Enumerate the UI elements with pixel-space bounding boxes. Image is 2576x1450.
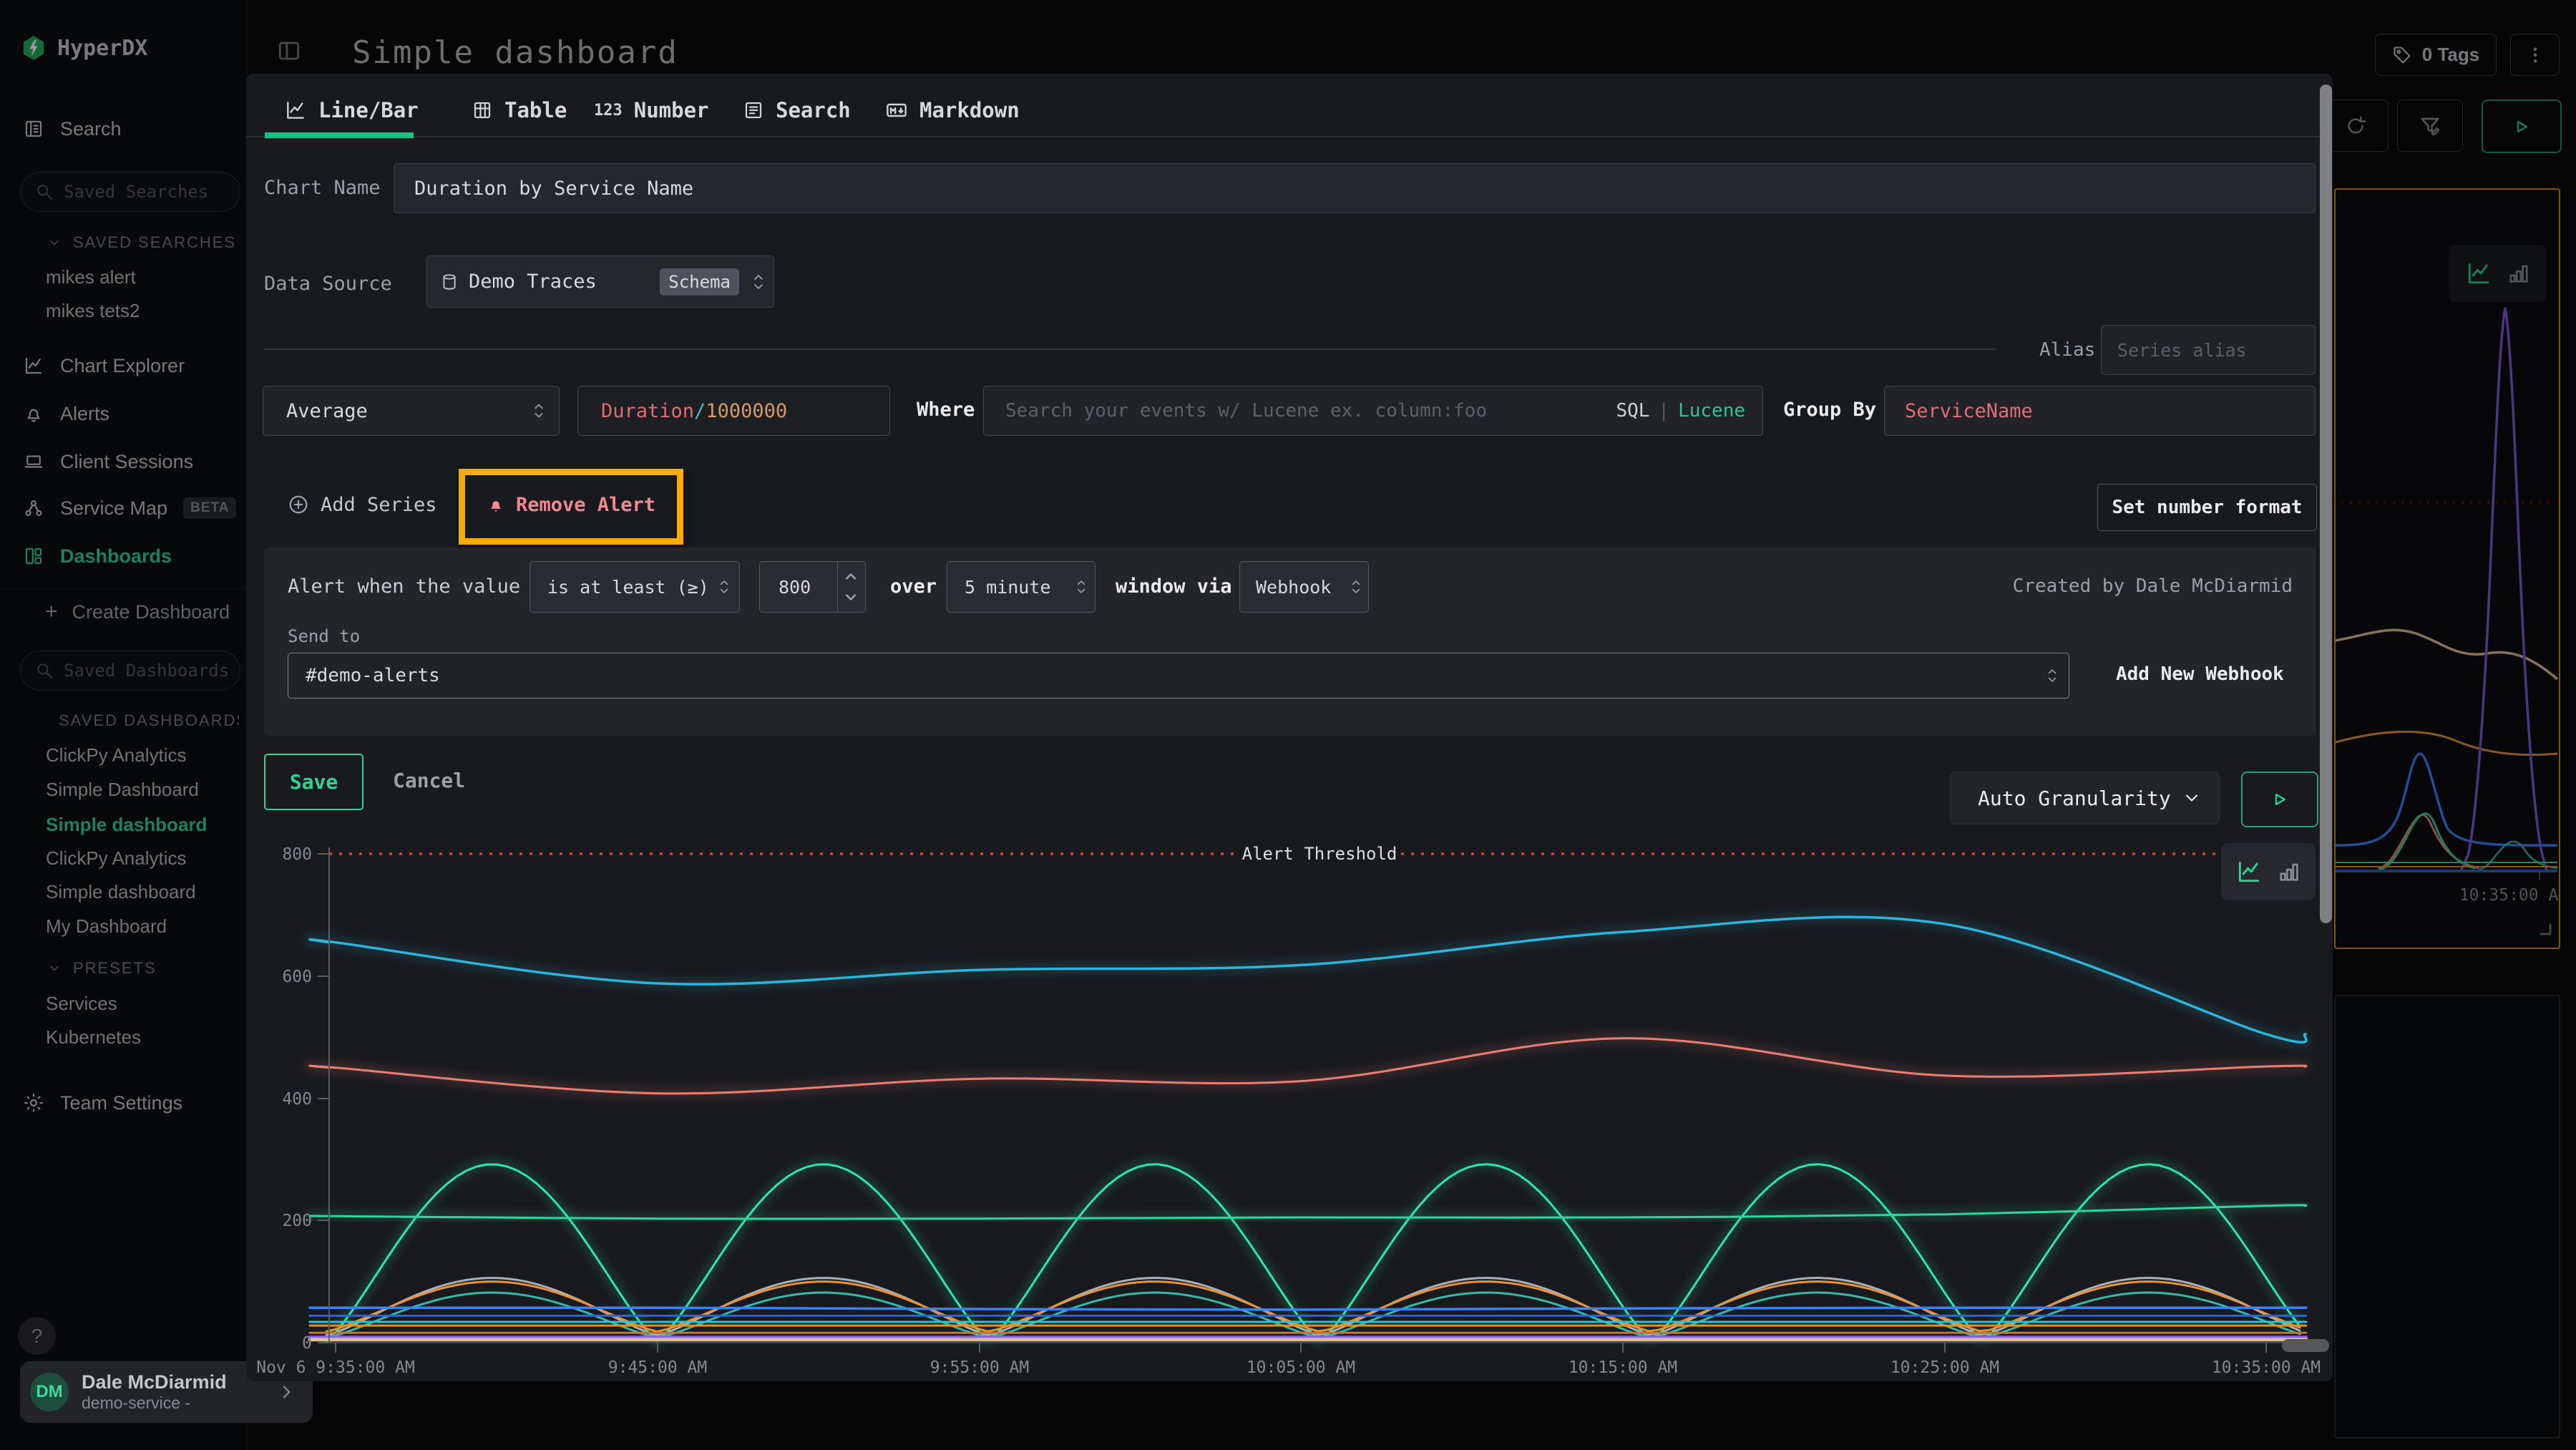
alert-created-by: Created by Dale McDiarmid [2013, 575, 2293, 597]
aggregation-select[interactable]: Average [263, 386, 560, 436]
where-search-input[interactable]: Search your events w/ Lucene ex. column:… [983, 386, 1763, 436]
group-by-input[interactable]: ServiceName [1884, 386, 2316, 436]
run-chart-button[interactable] [2241, 772, 2318, 827]
chevrons-updown-icon [1075, 576, 1088, 598]
add-new-webhook-button[interactable]: Add New Webhook [2116, 663, 2284, 685]
formula-denominator: 1000000 [706, 400, 787, 422]
set-number-format-button[interactable]: Set number format [2097, 484, 2317, 531]
tab-markdown[interactable]: Markdown [885, 94, 1020, 127]
add-series-button[interactable]: Add Series [288, 489, 437, 520]
x-tick: 10:05:00 AM [1246, 1358, 1355, 1377]
x-tick: 10:35:00 AM [2212, 1358, 2321, 1377]
play-icon [2269, 789, 2290, 810]
plus-circle-icon [288, 494, 309, 515]
x-tick: 9:55:00 AM [930, 1358, 1029, 1377]
edit-chart-modal: Line/Bar Table 123 Number Search Markdow… [246, 74, 2333, 1381]
chevrons-updown-icon [751, 270, 766, 294]
y-tick: 200 [282, 1212, 312, 1230]
data-source-select[interactable]: Demo Traces Schema [426, 256, 774, 308]
y-tick: 600 [282, 968, 312, 986]
alert-channel-select[interactable]: Webhook [1239, 561, 1369, 613]
chevrons-updown-icon [718, 576, 731, 598]
group-by-label: Group By [1783, 399, 1876, 421]
series-formula-input[interactable]: Duration/1000000 [577, 386, 890, 436]
modal-horizontal-scrollbar[interactable] [2282, 1339, 2329, 1352]
annotation-highlight-box [459, 469, 683, 545]
tab-table[interactable]: Table [472, 94, 567, 127]
database-icon [440, 273, 459, 291]
data-source-label: Data Source [264, 273, 392, 295]
chart-name-label: Chart Name [264, 177, 381, 199]
tab-search[interactable]: Search [743, 94, 851, 127]
alert-prefix-label: Alert when the value [288, 575, 520, 598]
user-name: Dale McDiarmid [82, 1371, 264, 1393]
table-icon [472, 99, 493, 121]
chevrons-updown-icon [2046, 665, 2059, 686]
alias-label: Alias [2039, 339, 2095, 361]
save-button[interactable]: Save [264, 754, 364, 810]
chart-type-toggle[interactable] [2221, 843, 2316, 900]
chevron-down-icon [2182, 788, 2202, 808]
chevron-right-icon [277, 1383, 296, 1401]
line-chart-icon[interactable] [2235, 858, 2263, 885]
tab-number[interactable]: 123 Number [594, 94, 709, 127]
sql-mode-toggle[interactable]: SQL [1616, 400, 1649, 422]
chevrons-updown-icon [532, 399, 546, 422]
search-doc-icon [743, 99, 764, 121]
send-to-select[interactable]: #demo-alerts [288, 653, 2069, 699]
formula-operator: / [694, 400, 706, 422]
markdown-icon [885, 99, 908, 122]
schema-badge: Schema [660, 268, 739, 296]
x-tick: Nov 6 9:35:00 AM [256, 1358, 415, 1377]
number-stepper[interactable] [837, 562, 865, 612]
chevrons-updown-icon [1350, 576, 1362, 598]
cancel-button[interactable]: Cancel [393, 754, 465, 807]
y-tick: 400 [282, 1090, 312, 1109]
tab-line-bar[interactable]: Line/Bar [284, 94, 419, 127]
chart-name-input[interactable]: Duration by Service Name [394, 163, 2316, 213]
alert-via-label: window via [1116, 575, 1232, 598]
avatar: DM [30, 1373, 69, 1411]
y-tick: 0 [302, 1334, 312, 1353]
granularity-select[interactable]: Auto Granularity [1950, 772, 2220, 824]
where-label: Where [917, 399, 975, 421]
alert-threshold-label: Alert Threshold [1242, 844, 1397, 864]
user-subtitle: demo-service - [82, 1393, 264, 1413]
active-tab-underline [265, 132, 414, 138]
mode-separator: | [1658, 400, 1669, 422]
123-icon: 123 [594, 102, 623, 120]
alert-window-select[interactable]: 5 minute [947, 561, 1096, 613]
x-tick: 10:15:00 AM [1568, 1358, 1677, 1377]
send-to-label: Send to [288, 626, 360, 646]
series-alias-input[interactable]: Series alias [2101, 325, 2316, 375]
line-chart-icon [284, 99, 307, 122]
tabs-divider [246, 136, 2333, 137]
alert-condition-select[interactable]: is at least (≥) [530, 561, 740, 613]
formula-field: Duration [601, 400, 694, 422]
alert-over-label: over [890, 575, 937, 598]
x-tick: 9:45:00 AM [608, 1358, 707, 1377]
preview-chart: 800 600 400 200 0 Nov 6 9:35:00 AM 9:45:… [246, 837, 2333, 1381]
modal-vertical-scrollbar[interactable] [2320, 84, 2332, 923]
lucene-mode-toggle[interactable]: Lucene [1678, 400, 1745, 422]
y-tick: 800 [282, 845, 312, 864]
bar-chart-icon[interactable] [2277, 860, 2301, 884]
x-tick: 10:25:00 AM [1890, 1358, 1999, 1377]
series-divider [264, 349, 1996, 350]
alert-threshold-input[interactable]: 800 [759, 561, 866, 613]
